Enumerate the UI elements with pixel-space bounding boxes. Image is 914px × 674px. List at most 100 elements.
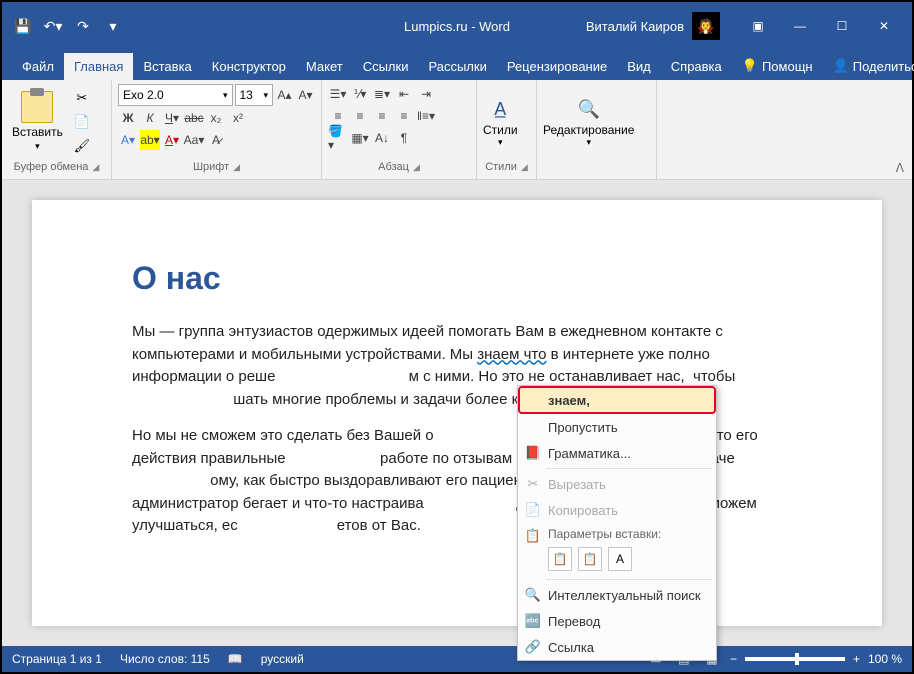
multilevel-list-icon[interactable]: ≣▾ bbox=[372, 84, 392, 104]
font-label: Шрифт bbox=[193, 161, 229, 173]
grow-font-icon[interactable]: A▴ bbox=[275, 85, 294, 105]
align-left-icon[interactable]: ≡ bbox=[328, 106, 348, 126]
menu-smart-lookup[interactable]: 🔍Интеллектуальный поиск bbox=[518, 582, 716, 608]
page-indicator[interactable]: Страница 1 из 1 bbox=[12, 652, 102, 666]
dialog-launcher-icon[interactable]: ◢ bbox=[413, 162, 420, 173]
zoom-in-button[interactable]: + bbox=[853, 652, 860, 666]
translate-icon: 🔤 bbox=[524, 612, 542, 630]
change-case-icon[interactable]: Aa▾ bbox=[184, 130, 204, 150]
share-button[interactable]: 👤 Поделиться bbox=[823, 52, 914, 80]
increase-indent-icon[interactable]: ⇥ bbox=[416, 84, 436, 104]
menu-link[interactable]: 🔗Ссылка bbox=[518, 634, 716, 660]
menu-translate[interactable]: 🔤Перевод bbox=[518, 608, 716, 634]
styles-label: Стили bbox=[483, 123, 518, 137]
paste-label: Вставить bbox=[12, 125, 63, 139]
borders-icon[interactable]: ▦▾ bbox=[350, 128, 370, 148]
styles-button[interactable]: A̲ Стили ▾ bbox=[483, 95, 518, 148]
copy-icon[interactable]: 📄 bbox=[71, 111, 93, 133]
clear-formatting-icon[interactable]: A̷ bbox=[206, 130, 226, 150]
bold-button[interactable]: Ж bbox=[118, 108, 138, 128]
user-name[interactable]: Виталий Каиров bbox=[586, 19, 684, 34]
menu-skip[interactable]: Пропустить bbox=[518, 414, 716, 440]
superscript-button[interactable]: x² bbox=[228, 108, 248, 128]
book-icon: 📕 bbox=[524, 444, 542, 462]
autosave-icon[interactable]: 💾 bbox=[10, 13, 36, 39]
editing-button[interactable]: 🔍 Редактирование ▾ bbox=[543, 95, 634, 148]
document-page[interactable]: О нас Мы — группа энтузиастов одержимых … bbox=[32, 200, 882, 626]
paste-text-only-icon[interactable]: A bbox=[608, 547, 632, 571]
copy-icon: 📄 bbox=[524, 501, 542, 519]
menu-cut: ✂Вырезать bbox=[518, 471, 716, 497]
shading-icon[interactable]: 🪣▾ bbox=[328, 128, 348, 148]
shrink-font-icon[interactable]: A▾ bbox=[296, 85, 315, 105]
font-size-combo[interactable]: 13▾ bbox=[235, 84, 274, 106]
show-marks-icon[interactable]: ¶ bbox=[394, 128, 414, 148]
bullets-icon[interactable]: ☰▾ bbox=[328, 84, 348, 104]
paste-options-label: Параметры вставки: bbox=[548, 527, 661, 541]
skip-label: Пропустить bbox=[548, 420, 618, 435]
zoom-out-button[interactable]: − bbox=[730, 652, 737, 666]
grammar-error[interactable]: знаем что bbox=[477, 346, 546, 363]
tab-mailings[interactable]: Рассылки bbox=[418, 53, 496, 80]
minimize-button[interactable]: — bbox=[780, 11, 820, 41]
tell-me-button[interactable]: 💡 Помощн bbox=[732, 52, 823, 80]
font-color-icon[interactable]: A▾ bbox=[162, 130, 182, 150]
tab-help[interactable]: Справка bbox=[661, 53, 732, 80]
ribbon-display-options-icon[interactable]: ▣ bbox=[738, 11, 778, 41]
tab-references[interactable]: Ссылки bbox=[353, 53, 419, 80]
tab-layout[interactable]: Макет bbox=[296, 53, 353, 80]
close-button[interactable]: ✕ bbox=[864, 11, 904, 41]
heading: О нас bbox=[132, 260, 782, 297]
tab-insert[interactable]: Вставка bbox=[133, 53, 201, 80]
maximize-button[interactable]: ☐ bbox=[822, 11, 862, 41]
spelling-suggestion[interactable]: знаем, bbox=[518, 386, 716, 414]
highlight-icon[interactable]: ab▾ bbox=[140, 130, 160, 150]
menu-grammar[interactable]: 📕Грамматика... bbox=[518, 440, 716, 466]
redo-icon[interactable]: ↷ bbox=[70, 13, 96, 39]
suggestion-text: знаем, bbox=[548, 393, 590, 408]
undo-icon[interactable]: ↶▾ bbox=[40, 13, 66, 39]
share-label: Поделиться bbox=[853, 59, 914, 74]
italic-button[interactable]: К bbox=[140, 108, 160, 128]
paste-keep-source-icon[interactable]: 📋 bbox=[548, 547, 572, 571]
align-right-icon[interactable]: ≡ bbox=[372, 106, 392, 126]
user-avatar[interactable]: 🧛 bbox=[692, 12, 720, 40]
clipboard-label: Буфер обмена bbox=[14, 161, 89, 173]
dialog-launcher-icon[interactable]: ◢ bbox=[233, 162, 240, 173]
numbering-icon[interactable]: ⅟▾ bbox=[350, 84, 370, 104]
font-name-value: Exo 2.0 bbox=[123, 88, 164, 102]
font-name-combo[interactable]: Exo 2.0▾ bbox=[118, 84, 233, 106]
language-indicator[interactable]: русский bbox=[261, 652, 304, 666]
text-effects-icon[interactable]: A▾ bbox=[118, 130, 138, 150]
tab-review[interactable]: Рецензирование bbox=[497, 53, 617, 80]
collapse-ribbon-icon[interactable]: ᐱ bbox=[896, 161, 904, 175]
paste-merge-icon[interactable]: 📋 bbox=[578, 547, 602, 571]
tab-home[interactable]: Главная bbox=[64, 53, 133, 80]
document-area: О нас Мы — группа энтузиастов одержимых … bbox=[2, 180, 912, 646]
cut-icon[interactable]: ✂ bbox=[71, 87, 93, 109]
zoom-level[interactable]: 100 % bbox=[868, 652, 902, 666]
proofing-icon[interactable]: 📖 bbox=[228, 652, 243, 666]
paste-options-row: 📋 📋 A bbox=[518, 543, 716, 577]
paste-button[interactable]: Вставить ▾ bbox=[8, 87, 67, 156]
format-painter-icon[interactable]: 🖌 bbox=[71, 135, 93, 157]
qat-customize-icon[interactable]: ▾ bbox=[100, 13, 126, 39]
subscript-button[interactable]: x₂ bbox=[206, 108, 226, 128]
justify-icon[interactable]: ≡ bbox=[394, 106, 414, 126]
tab-view[interactable]: Вид bbox=[617, 53, 661, 80]
align-center-icon[interactable]: ≡ bbox=[350, 106, 370, 126]
tab-file[interactable]: Файл bbox=[12, 53, 64, 80]
decrease-indent-icon[interactable]: ⇤ bbox=[394, 84, 414, 104]
sort-icon[interactable]: A↓ bbox=[372, 128, 392, 148]
strikethrough-button[interactable]: abc bbox=[184, 108, 204, 128]
zoom-slider[interactable] bbox=[745, 657, 845, 661]
dialog-launcher-icon[interactable]: ◢ bbox=[92, 162, 99, 173]
clipboard-group: Вставить ▾ ✂ 📄 🖌 Буфер обмена ◢ bbox=[2, 80, 112, 179]
dialog-launcher-icon[interactable]: ◢ bbox=[521, 162, 528, 173]
underline-button[interactable]: Ч▾ bbox=[162, 108, 182, 128]
find-icon: 🔍 bbox=[575, 95, 603, 123]
styles-group: A̲ Стили ▾ Стили ◢ bbox=[477, 80, 537, 179]
word-count[interactable]: Число слов: 115 bbox=[120, 652, 210, 666]
line-spacing-icon[interactable]: ‖≡▾ bbox=[416, 106, 436, 126]
tab-design[interactable]: Конструктор bbox=[202, 53, 296, 80]
